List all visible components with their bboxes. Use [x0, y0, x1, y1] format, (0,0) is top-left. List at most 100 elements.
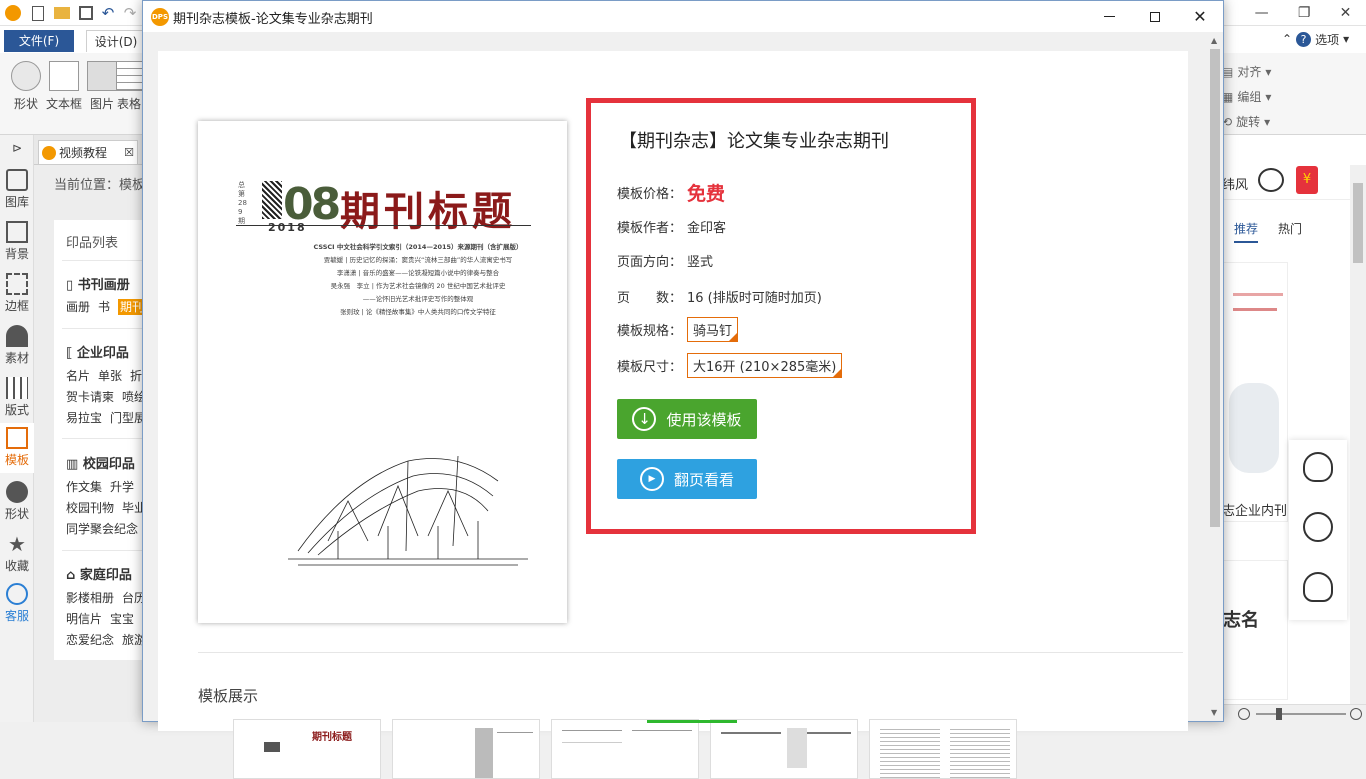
size-label: 模板尺寸：	[617, 360, 683, 375]
wechat-icon[interactable]	[1303, 512, 1333, 542]
app-restore-button[interactable]: ❐	[1298, 5, 1311, 21]
rail-item-border[interactable]: 边框	[0, 273, 34, 314]
right-banner-text: 志企业内刊	[1222, 504, 1288, 519]
showcase-thumb[interactable]	[392, 719, 540, 779]
item-book[interactable]: 书	[98, 300, 110, 314]
qq-icon[interactable]	[1303, 452, 1333, 482]
showcase-thumb[interactable]	[869, 719, 1017, 779]
scroll-down-icon[interactable]: ▼	[1211, 708, 1217, 717]
rail-item-layout[interactable]: 版式	[0, 377, 34, 418]
undo-icon[interactable]: ↶	[98, 3, 118, 23]
red-packet-icon[interactable]: ¥	[1296, 166, 1318, 194]
author-value: 金印客	[687, 221, 727, 236]
item-album[interactable]: 画册	[66, 300, 90, 314]
tab-design[interactable]: 设计(D)	[86, 30, 146, 52]
right-thumbnail[interactable]	[1222, 262, 1288, 522]
showcase-thumb[interactable]: 期刊标题	[233, 719, 381, 779]
section-divider	[198, 652, 1183, 653]
zoom-slider-handle[interactable]	[1276, 708, 1282, 720]
price-value: 免费	[687, 183, 726, 205]
textbox-icon	[49, 61, 79, 91]
minimize-icon	[1103, 16, 1115, 17]
group-enterprise-row: 易拉宝 门型展	[66, 411, 147, 425]
open-folder-icon[interactable]	[52, 3, 72, 23]
cover-year: 2018	[268, 221, 307, 234]
size-option[interactable]: 大16开 (210×285毫米)	[687, 353, 843, 378]
orientation-label: 页面方向：	[617, 255, 683, 270]
right-scrollbar[interactable]	[1350, 165, 1366, 705]
new-file-icon[interactable]	[28, 3, 48, 23]
dialog-minimize-button[interactable]	[1086, 1, 1132, 32]
collapse-ribbon-icon[interactable]: ⌃	[1282, 32, 1292, 46]
orientation-value: 竖式	[687, 255, 714, 270]
side-rail: ⊳ 图库 背景 边框 素材 版式 模板 形状 ★ 收藏 客服	[0, 135, 34, 722]
app-close-button[interactable]: ✕	[1340, 5, 1352, 21]
tab-file[interactable]: 文件(F)	[4, 30, 74, 52]
group-family-row: 影楼相册 台历	[66, 591, 147, 605]
dialog-close-button[interactable]: ✕	[1177, 1, 1223, 32]
right-thumbnail[interactable]: 志名	[1222, 560, 1288, 700]
rail-collapse-icon[interactable]: ⊳	[0, 141, 34, 155]
author-row: 模板作者： 金印客	[617, 217, 726, 236]
showcase-thumb[interactable]	[710, 719, 858, 779]
book-icon: ▯	[66, 278, 78, 293]
tab-recommend[interactable]: 推荐	[1234, 220, 1259, 243]
cover-contents: CSSCI 中文社会科学引文索引（2014—2015）来源期刊（含扩展版） 贾毓…	[268, 241, 568, 319]
save-icon[interactable]	[76, 3, 96, 23]
group-enterprise-row: 贺卡请柬 喷绘	[66, 390, 147, 404]
dialog-scrollbar-thumb[interactable]	[1210, 49, 1220, 527]
showcase-label: 模板展示	[198, 687, 259, 705]
rail-item-background[interactable]: 背景	[0, 221, 34, 262]
tab-video-tutorial[interactable]: 视频教程 ☒	[38, 140, 138, 164]
star-icon: ★	[8, 532, 26, 556]
rail-item-material[interactable]: 素材	[0, 325, 34, 366]
group-books-items: 画册书期刊	[66, 298, 154, 315]
zoom-out-icon[interactable]	[1238, 708, 1250, 720]
binding-option[interactable]: 骑马钉	[687, 317, 739, 342]
rail-item-favorites[interactable]: ★ 收藏	[0, 533, 34, 574]
cover-line: 贾毓媛 | 历史记忆的探涌：窦贵兴“流林三部曲”的华人流寓史书写	[323, 256, 513, 264]
dialog-maximize-button[interactable]	[1132, 1, 1178, 32]
app-logo-icon	[3, 3, 23, 23]
help-icon[interactable]: ?	[1296, 31, 1312, 47]
cover-title: 期刊标题	[340, 188, 516, 235]
align-tool[interactable]: ▤ 对齐 ▾	[1222, 63, 1312, 80]
divider	[62, 260, 144, 261]
gallery-icon	[6, 169, 28, 191]
rotate-tool[interactable]: ⟲ 旋转 ▾	[1222, 113, 1312, 130]
zoom-in-icon[interactable]	[1350, 708, 1362, 720]
scroll-up-icon[interactable]: ▲	[1211, 36, 1217, 45]
zoom-slider[interactable]	[1256, 713, 1346, 715]
home-icon: ⌂	[66, 568, 80, 583]
group-family-title: ⌂ 家庭印品	[66, 568, 132, 583]
group-family-row: 明信片 宝宝	[66, 612, 135, 626]
group-books-title: ▯ 书刊画册	[66, 278, 130, 293]
group-tool[interactable]: ▦ 编组 ▾	[1222, 88, 1312, 105]
rail-item-template[interactable]: 模板	[0, 423, 34, 473]
showcase-thumb[interactable]	[551, 719, 699, 779]
pages-row: 页 数： 16 (排版时可随时加页)	[617, 287, 822, 306]
app-window-controls: — ❐ ✕	[1240, 0, 1366, 26]
app-minimize-button[interactable]: —	[1255, 5, 1269, 21]
use-template-button[interactable]: ↓ 使用该模板	[617, 399, 757, 439]
price-row: 模板价格： 免费	[617, 179, 725, 206]
template-heading: 【期刊杂志】论文集专业杂志期刊	[619, 131, 889, 152]
rail-item-service[interactable]: 客服	[0, 583, 34, 624]
cover-rule	[236, 225, 531, 226]
headset-icon[interactable]	[1303, 572, 1333, 602]
ribbon-table-tool[interactable]: 表格	[116, 61, 142, 112]
binding-row: 模板规格： 骑马钉	[617, 317, 739, 342]
flip-preview-button[interactable]: ▶ 翻页看看	[617, 459, 757, 499]
thumb-title: 期刊标题	[312, 732, 352, 743]
template-preview-dialog: DPS 期刊杂志模板-论文集专业杂志期刊 ✕ 总第289期 08 2018 期刊…	[142, 0, 1224, 779]
close-icon[interactable]: ☒	[124, 146, 134, 159]
options-menu[interactable]: 选项	[1315, 31, 1339, 48]
redo-icon[interactable]: ↷	[120, 3, 140, 23]
comment-icon[interactable]	[1258, 168, 1284, 192]
rail-item-gallery[interactable]: 图库	[0, 169, 34, 210]
size-row: 模板尺寸： 大16开 (210×285毫米)	[617, 353, 843, 378]
tab-hot[interactable]: 热门	[1278, 220, 1302, 237]
rail-item-shape[interactable]: 形状	[0, 481, 34, 522]
qr-code	[262, 181, 282, 219]
template-cover-preview[interactable]: 总第289期 08 2018 期刊标题 CSSCI 中文社会科学引文索引（201…	[198, 121, 567, 623]
